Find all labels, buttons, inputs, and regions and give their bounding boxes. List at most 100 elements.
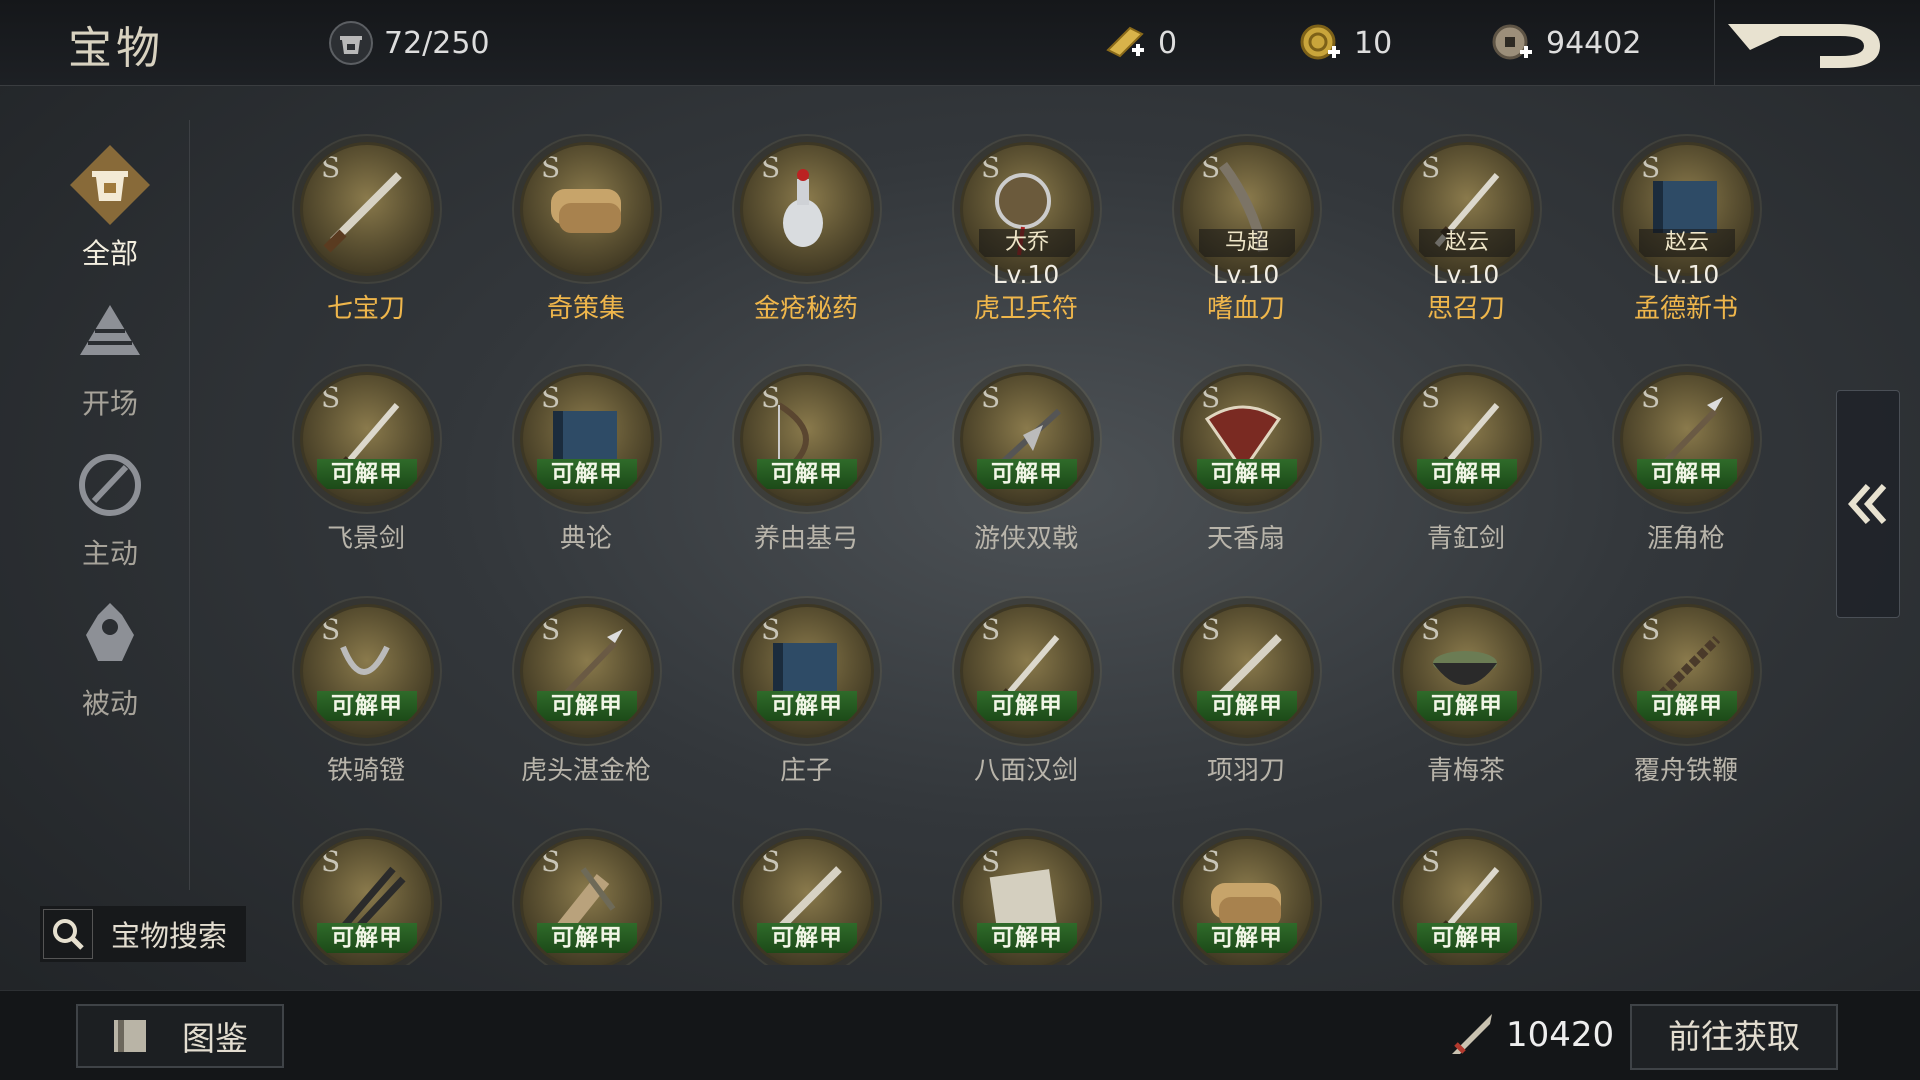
treasure-card[interactable]: S 可解甲 典论 [470,350,670,570]
grade-badge: S [1641,151,1661,184]
treasure-card[interactable]: S 可解甲 铁骑镫 [250,582,450,802]
sword-token-icon [1452,1014,1492,1054]
silver-counter[interactable]: 94402 [1488,18,1641,68]
treasure-emblem: S 可解甲 [1400,836,1534,965]
treasure-card[interactable]: S 可解甲 覆舟铁鞭 [1570,582,1770,802]
double-chevron-left-icon [1848,484,1887,524]
category-opening-label: 开场 [81,387,138,420]
unequip-tag: 可解甲 [977,691,1077,721]
treasure-emblem: S 可解甲 [960,372,1094,506]
unequip-tag: 可解甲 [317,459,417,489]
treasure-name: 飞景剑 [326,524,405,554]
category-active[interactable]: 主动 [40,440,180,570]
treasure-name: 庄子 [779,756,832,786]
grade-badge: S [541,845,561,878]
collapse-panel-button[interactable] [1836,390,1900,618]
gold-ingot-add-icon[interactable] [1100,18,1150,68]
treasure-card[interactable]: S 大乔 Lv.10 虎卫兵符 [910,120,1110,340]
treasure-card[interactable]: S 金疮秘药 [690,120,890,340]
treasure-card[interactable]: S 马超 Lv.10 嗜血刀 [1130,120,1330,340]
category-all[interactable]: 全部 [40,140,180,270]
treasure-card[interactable]: S 可解甲 天香扇 [1130,350,1330,570]
back-button[interactable] [1720,10,1900,76]
treasure-emblem: S [740,142,874,276]
treasure-card[interactable]: S 赵云 Lv.10 孟德新书 [1570,120,1770,340]
grade-badge: S [1201,613,1221,646]
treasure-card[interactable]: S 可解甲 涯角枪 [1570,350,1770,570]
silver-value: 94402 [1546,25,1642,61]
unequip-tag: 可解甲 [1197,923,1297,953]
back-arrow-icon [1728,24,1880,68]
level-label: Lv.10 [1212,260,1280,289]
treasure-card[interactable]: S 可解甲八面汉剑 [910,582,1110,802]
treasure-name: 七宝刀 [326,294,405,324]
capacity-value: 72/250 [384,25,490,61]
treasure-emblem: S 可解甲 [1180,836,1314,965]
grade-badge: S [761,151,781,184]
treasure-grid: S 七宝刀 S 奇策集 S 金疮秘药 S 大乔 Lv.10 虎卫兵符 S 马超 Lv.10 嗜血刀 S 赵云 L… [250,120,1800,965]
treasure-name: 铁骑镫 [326,756,405,786]
treasure-card[interactable]: S 可解甲 虎头湛金枪 [470,582,670,802]
coupon-value: 10 [1354,25,1393,61]
grade-badge: S [981,151,1001,184]
category-passive[interactable]: 被动 [40,590,180,720]
treasure-name: 虎头湛金枪 [520,756,651,786]
category-opening[interactable]: 开场 [40,290,180,420]
codex-button[interactable]: 图鉴 [76,1004,284,1068]
treasure-card[interactable]: S 可解甲 [910,814,1110,965]
treasure-emblem: S 可解甲 [520,836,654,965]
treasure-card[interactable]: S 可解甲飞景剑 [250,350,450,570]
unequip-tag: 可解甲 [757,923,857,953]
unequip-tag: 可解甲 [757,459,857,489]
treasure-card[interactable]: S 奇策集 [470,120,670,340]
treasure-name: 孟德新书 [1633,294,1738,324]
level-label: Lv.10 [992,260,1060,289]
treasure-card[interactable]: S 赵云 Lv.10 思召刀 [1350,120,1550,340]
treasure-card[interactable]: S 可解甲 [690,814,890,965]
category-passive-label: 被动 [81,687,138,720]
passive-skill-icon [65,590,155,680]
treasure-card[interactable]: S 可解甲 青梅茶 [1350,582,1550,802]
treasure-emblem: S 可解甲 [1180,604,1314,738]
level-label: Lv.10 [1432,260,1500,289]
unequip-tag: 可解甲 [977,923,1077,953]
unequip-tag: 可解甲 [1637,459,1737,489]
treasure-name: 金疮秘药 [753,294,858,324]
grade-badge: S [1201,381,1221,414]
unequip-tag: 可解甲 [537,923,637,953]
silver-add-icon[interactable] [1488,18,1538,68]
treasure-card[interactable]: S 可解甲 养由基弓 [690,350,890,570]
treasure-card[interactable]: S 可解甲 [1130,814,1330,965]
treasure-search-button[interactable]: 宝物搜索 [40,906,246,962]
grade-badge: S [541,613,561,646]
treasure-card[interactable]: S 可解甲 游侠双戟 [910,350,1110,570]
treasure-card[interactable]: S 可解甲 [470,814,670,965]
unequip-tag: 可解甲 [537,459,637,489]
unequip-tag: 可解甲 [317,923,417,953]
treasure-emblem: S 可解甲 [740,836,874,965]
grade-badge: S [1201,845,1221,878]
owner-label: 赵云 [1419,229,1515,257]
coupon-counter[interactable]: 10 [1296,18,1392,68]
gold-ingot-value: 0 [1158,25,1178,61]
gold-ingot-counter[interactable]: 0 [1100,18,1177,68]
treasure-card[interactable]: S 七宝刀 [250,120,450,340]
treasure-card[interactable]: S 可解甲 庄子 [690,582,890,802]
treasure-name: 青梅茶 [1426,756,1505,786]
coupon-add-icon[interactable] [1296,18,1346,68]
unequip-tag: 可解甲 [1417,923,1517,953]
treasure-emblem: S 大乔 [960,142,1094,276]
treasure-name: 涯角枪 [1646,524,1725,554]
treasure-card[interactable]: S 可解甲 [1350,814,1550,965]
treasure-name: 八面汉剑 [973,756,1078,786]
treasure-card[interactable]: S 可解甲 项羽刀 [1130,582,1330,802]
grade-badge: S [541,151,561,184]
grade-badge: S [1421,151,1441,184]
treasure-card[interactable]: S 可解甲 [250,814,450,965]
treasure-emblem: S 可解甲 [960,604,1094,738]
level-label: Lv.10 [1652,260,1720,289]
treasure-card[interactable]: S 可解甲 青釭剑 [1350,350,1550,570]
treasure-emblem: S 赵云 [1620,142,1754,276]
go-obtain-button[interactable]: 前往获取 [1630,1004,1838,1070]
treasure-emblem: S 可解甲 [300,372,434,506]
